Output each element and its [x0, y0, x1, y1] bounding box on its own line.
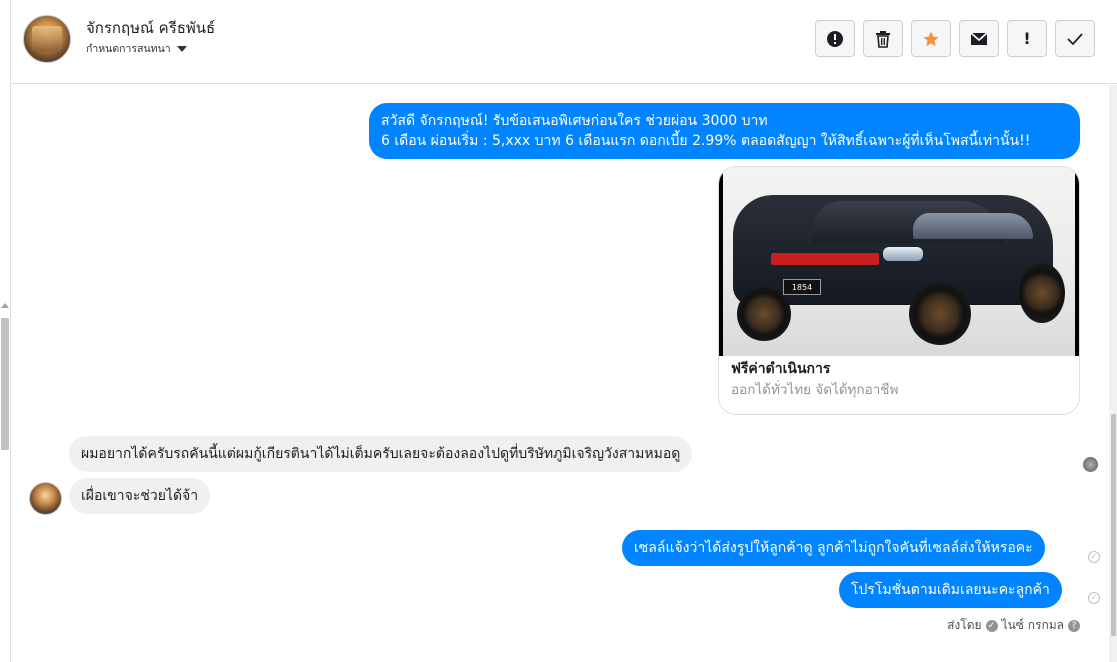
- trash-icon: [876, 30, 890, 48]
- ad-attachment-card[interactable]: 1854 ฟรีค่าดำเนินการ ออกได้ทั่วไทย จัดได…: [718, 166, 1080, 415]
- contact-avatar[interactable]: [23, 15, 71, 63]
- conversation-header: จักรกฤษณ์ ครีธพันธ์ กำหนดการสนทนา !: [11, 0, 1117, 84]
- message-thread[interactable]: สวัสดี จักรกฤษณ์! รับข้อเสนอพิเศษก่อนใคร…: [11, 85, 1109, 662]
- offer-line-2: 6 เดือน ผ่อนเริ่ม : 5,xxx บาท 6 เดือนแรก…: [381, 133, 1031, 149]
- verified-icon: ✓: [985, 619, 998, 632]
- outgoing-message-3[interactable]: โปรโมชั่นตามเดิมเลยนะคะลูกค้า: [839, 572, 1062, 608]
- help-icon[interactable]: ?: [1068, 619, 1080, 632]
- card-subtitle: ออกได้ทั่วไทย จัดได้ทุกอาชีพ: [731, 382, 899, 398]
- right-scrollbar-thumb[interactable]: [1111, 414, 1116, 636]
- outgoing-message-2[interactable]: เซลล์แจ้งว่าได้ส่งรูปให้ลูกค้าดู ลูกค้าไ…: [622, 530, 1045, 566]
- star-button[interactable]: [911, 20, 951, 57]
- incoming-message-2[interactable]: เผื่อเขาจะช่วยได้จ้า: [69, 478, 211, 514]
- sent-by-name[interactable]: ไนซ์ กรกมล: [1002, 616, 1064, 635]
- schedule-dropdown[interactable]: กำหนดการสนทนา: [86, 40, 187, 57]
- mark-unread-button[interactable]: [959, 20, 999, 57]
- conversation-toolbar: !: [815, 20, 1095, 57]
- incoming-message-1[interactable]: ผมอยากได้ครับรถคันนี้แต่ผมกู้เกียรตินาได…: [69, 436, 693, 472]
- exclamation-icon: !: [1023, 29, 1031, 48]
- schedule-label: กำหนดการสนทนา: [86, 43, 171, 55]
- contact-small-avatar[interactable]: [29, 482, 62, 515]
- scroll-up-arrow-icon[interactable]: [1, 303, 9, 308]
- contact-name[interactable]: จักรกฤษณ์ ครีธพันธ์: [86, 16, 215, 40]
- license-plate: 1854: [783, 279, 821, 295]
- outgoing-message-offer[interactable]: สวัสดี จักรกฤษณ์! รับข้อเสนอพิเศษก่อนใคร…: [369, 103, 1080, 159]
- report-spam-button[interactable]: [815, 20, 855, 57]
- mail-icon: [970, 31, 988, 45]
- seen-indicator-avatar: [1083, 457, 1098, 472]
- delete-button[interactable]: [863, 20, 903, 57]
- mark-done-button[interactable]: [1055, 20, 1095, 57]
- alert-circle-icon: [827, 30, 843, 47]
- check-icon: [1067, 32, 1083, 45]
- truck-image: 1854: [719, 167, 1079, 356]
- chevron-down-icon: [176, 45, 187, 52]
- sent-by-info: ส่งโดย ✓ ไนซ์ กรกมล ?: [947, 616, 1080, 635]
- delivered-check-icon: ✓: [1088, 551, 1100, 563]
- mark-important-button[interactable]: !: [1007, 20, 1047, 57]
- inbox-conversation: จักรกฤษณ์ ครีธพันธ์ กำหนดการสนทนา ! สวัส…: [0, 0, 1117, 662]
- star-icon: [923, 31, 939, 46]
- offer-line-1: สวัสดี จักรกฤษณ์! รับข้อเสนอพิเศษก่อนใคร…: [381, 113, 768, 129]
- delivered-check-icon-2: ✓: [1088, 592, 1100, 604]
- left-scrollbar-thumb[interactable]: [1, 318, 9, 450]
- card-title: ฟรีค่าดำเนินการ: [731, 361, 831, 377]
- sent-by-label: ส่งโดย: [947, 618, 982, 632]
